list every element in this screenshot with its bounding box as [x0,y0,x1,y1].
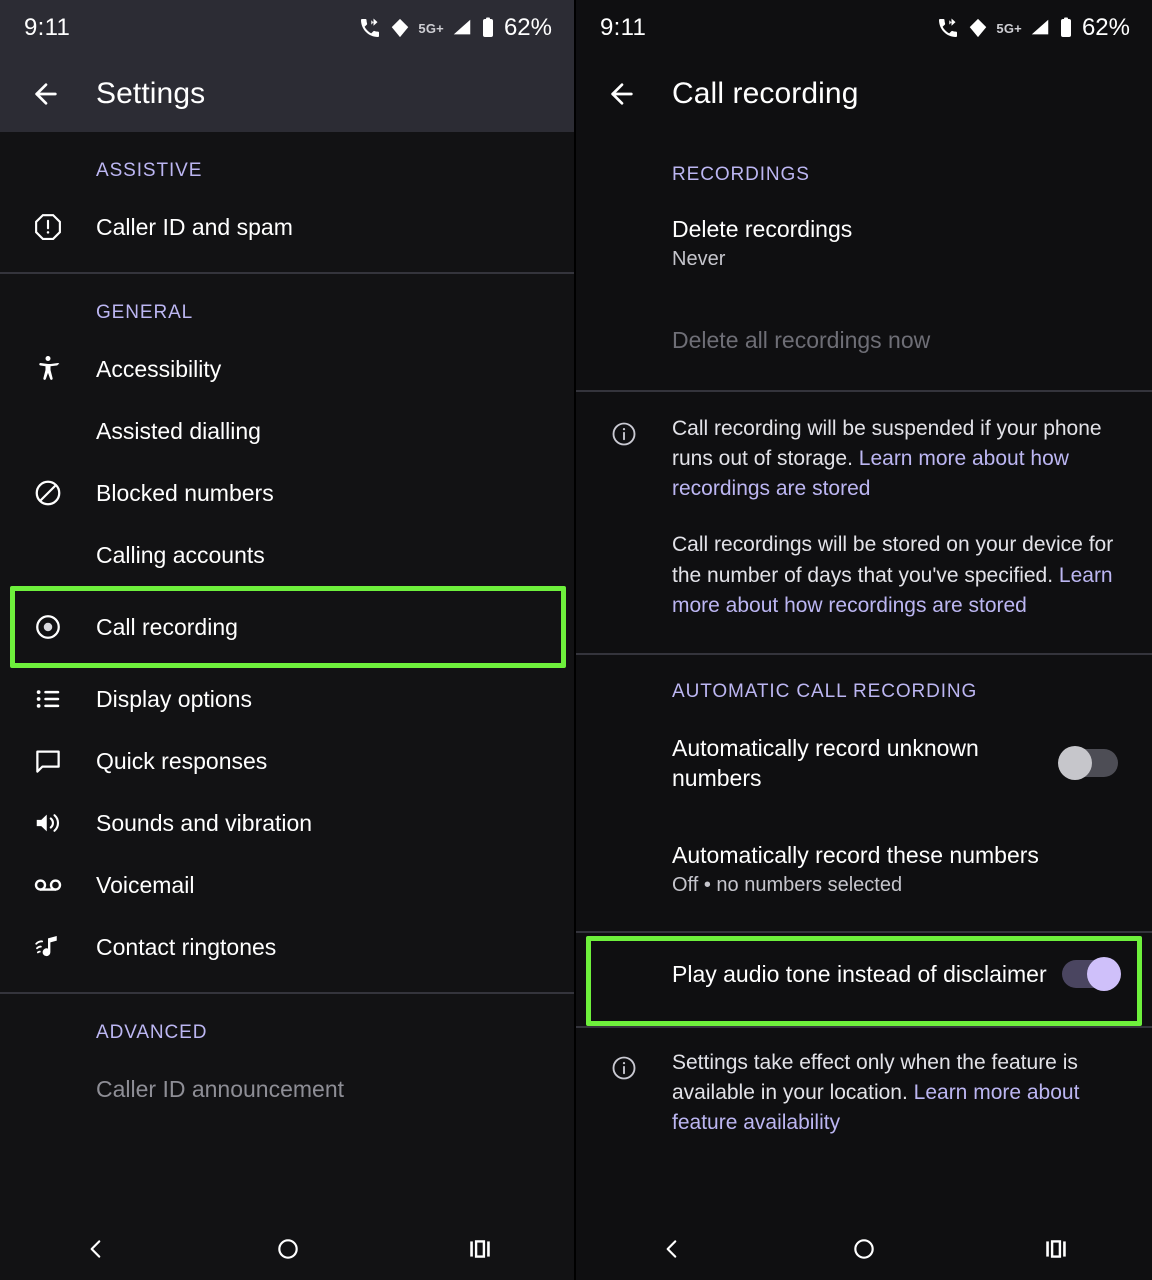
page-title-left: Settings [96,77,205,111]
status-time: 9:11 [24,14,70,42]
status-time: 9:11 [600,14,646,42]
sidebar-item-blocked-numbers[interactable]: Blocked numbers [0,462,574,524]
auto-record-these-numbers-row[interactable]: Automatically record these numbers Off •… [576,812,1152,923]
storage-info-text-2: Call recordings will be stored on your d… [672,533,1113,586]
auto-record-these-numbers-value: Off • no numbers selected [672,874,1039,897]
auto-record-unknown-numbers-toggle[interactable] [1062,749,1118,777]
sidebar-item-label: Assisted dialling [96,418,261,445]
toggle-knob [1087,957,1121,991]
nav-recents-icon[interactable] [445,1224,515,1274]
battery-percent-label: 62% [1082,14,1130,42]
sidebar-item-contact-ringtones[interactable]: Contact ringtones [0,916,574,978]
nav-recents-icon[interactable] [1021,1224,1091,1274]
storage-info-paragraph-2: Call recordings will be stored on your d… [672,530,1128,621]
section-header-recordings: RECORDINGS [576,132,1152,200]
sidebar-item-calling-accounts[interactable]: Calling accounts [0,524,574,586]
info-circle-icon [576,414,672,621]
section-header-assistive: ASSISTIVE [0,132,574,196]
block-circle-slash-icon [0,478,96,508]
play-audio-tone-toggle[interactable] [1062,960,1118,988]
delete-recordings-value: Never [672,248,852,271]
right-phone-screen: 9:11 5G+ [576,0,1152,1280]
status-icons-group: 5G+ 62% [358,14,552,42]
battery-icon [1058,16,1074,40]
info-circle-icon [576,1048,672,1139]
chat-bubble-icon [0,746,96,776]
battery-icon [480,16,496,40]
storage-info-paragraph-1: Call recording will be suspended if your… [672,414,1128,505]
play-audio-tone-row[interactable]: Play audio tone instead of disclaimer [576,933,1152,1015]
availability-info-block: Settings take effect only when the featu… [576,1028,1152,1157]
play-audio-tone-title: Play audio tone instead of disclaimer [672,959,1047,989]
page-title-right: Call recording [672,77,858,111]
back-button-right[interactable] [598,70,646,118]
phone-wifi-calling-icon [936,16,960,40]
sidebar-item-label: Sounds and vibration [96,810,312,837]
nav-bar-left [0,1218,576,1280]
sidebar-item-quick-responses[interactable]: Quick responses [0,730,574,792]
sidebar-item-label: Blocked numbers [96,480,274,507]
sidebar-item-label: Call recording [96,614,238,641]
sidebar-item-label: Quick responses [96,748,267,775]
sidebar-item-label: Caller ID and spam [96,214,293,241]
music-note-waves-icon [0,932,96,962]
signal-bars-icon [1029,17,1051,39]
vpn-diamond-icon [967,17,989,39]
record-dot-circle-icon [0,612,96,642]
sidebar-item-label: Display options [96,686,252,713]
list-bullets-icon [0,684,96,714]
sidebar-item-caller-id-announcement[interactable]: Caller ID announcement [0,1058,574,1120]
back-button-left[interactable] [22,70,70,118]
vpn-diamond-icon [389,17,411,39]
network-type-label: 5G+ [418,21,444,36]
exclamation-octagon-icon [0,212,96,242]
section-header-automatic-call-recording: AUTOMATIC CALL RECORDING [576,655,1152,717]
delete-all-recordings-row: Delete all recordings now [576,285,1152,383]
section-header-general: GENERAL [0,274,574,338]
network-type-label: 5G+ [996,21,1022,36]
section-header-advanced: ADVANCED [0,994,574,1058]
auto-record-unknown-numbers-row[interactable]: Automatically record unknown numbers [576,717,1152,812]
sidebar-item-call-recording[interactable]: Call recording [0,586,574,668]
app-bar-right: Call recording [576,56,1152,132]
availability-info-paragraph: Settings take effect only when the featu… [672,1048,1128,1139]
nav-bar-right [576,1218,1152,1280]
sidebar-item-label: Accessibility [96,356,221,383]
status-icons-group: 5G+ 62% [936,14,1130,42]
signal-bars-icon [451,17,473,39]
sidebar-item-voicemail[interactable]: Voicemail [0,854,574,916]
sidebar-item-label: Calling accounts [96,542,265,569]
voicemail-icon [0,870,96,900]
auto-record-unknown-numbers-title: Automatically record unknown numbers [672,733,1062,794]
accessibility-person-icon [0,354,96,384]
toggle-knob [1058,746,1092,780]
sidebar-item-label: Voicemail [96,872,194,899]
storage-info-block: Call recording will be suspended if your… [576,392,1152,639]
delete-recordings-title: Delete recordings [672,214,852,244]
app-bar-left: Settings [0,56,574,132]
sidebar-item-label: Caller ID announcement [96,1076,344,1103]
battery-percent-label: 62% [504,14,552,42]
nav-home-icon[interactable] [829,1224,899,1274]
sidebar-item-caller-id-and-spam[interactable]: Caller ID and spam [0,196,574,258]
left-phone-screen: 9:11 5G+ [0,0,576,1280]
nav-back-icon[interactable] [61,1224,131,1274]
sidebar-item-label: Contact ringtones [96,934,276,961]
auto-record-these-numbers-title: Automatically record these numbers [672,840,1039,870]
delete-recordings-row[interactable]: Delete recordings Never [576,200,1152,285]
sidebar-item-accessibility[interactable]: Accessibility [0,338,574,400]
nav-home-icon[interactable] [253,1224,323,1274]
status-bar-right: 9:11 5G+ [576,0,1152,56]
status-bar-left: 9:11 5G+ [0,0,574,56]
phone-wifi-calling-icon [358,16,382,40]
sidebar-item-assisted-dialling[interactable]: Assisted dialling [0,400,574,462]
speaker-volume-icon [0,808,96,838]
sidebar-item-sounds-and-vibration[interactable]: Sounds and vibration [0,792,574,854]
nav-back-icon[interactable] [637,1224,707,1274]
dual-screenshot-container: 9:11 5G+ [0,0,1152,1280]
delete-all-recordings-label: Delete all recordings now [672,325,930,355]
sidebar-item-display-options[interactable]: Display options [0,668,574,730]
